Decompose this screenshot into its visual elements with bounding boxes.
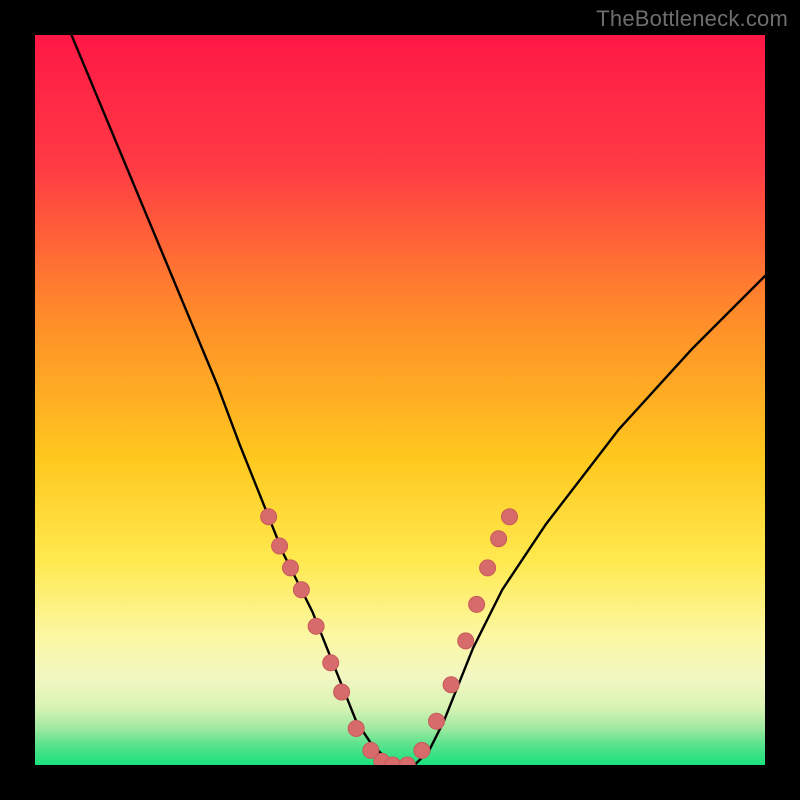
curve-layer	[35, 35, 765, 765]
sample-dot	[399, 757, 415, 765]
sample-dot	[443, 677, 459, 693]
sample-dot	[480, 560, 496, 576]
watermark-text: TheBottleneck.com	[596, 6, 788, 32]
sample-dot	[348, 721, 364, 737]
sample-dot	[334, 684, 350, 700]
sample-dot	[414, 742, 430, 758]
sample-dot	[308, 618, 324, 634]
sample-dot	[429, 713, 445, 729]
chart-frame: TheBottleneck.com	[0, 0, 800, 800]
sample-dot	[469, 596, 485, 612]
sample-dot	[283, 560, 299, 576]
sample-dot	[491, 531, 507, 547]
plot-area	[35, 35, 765, 765]
sample-dot	[502, 509, 518, 525]
sample-dot	[323, 655, 339, 671]
bottleneck-curve	[72, 35, 766, 765]
sample-dot	[293, 582, 309, 598]
sample-dot	[261, 509, 277, 525]
sample-dot	[458, 633, 474, 649]
sample-dot	[272, 538, 288, 554]
